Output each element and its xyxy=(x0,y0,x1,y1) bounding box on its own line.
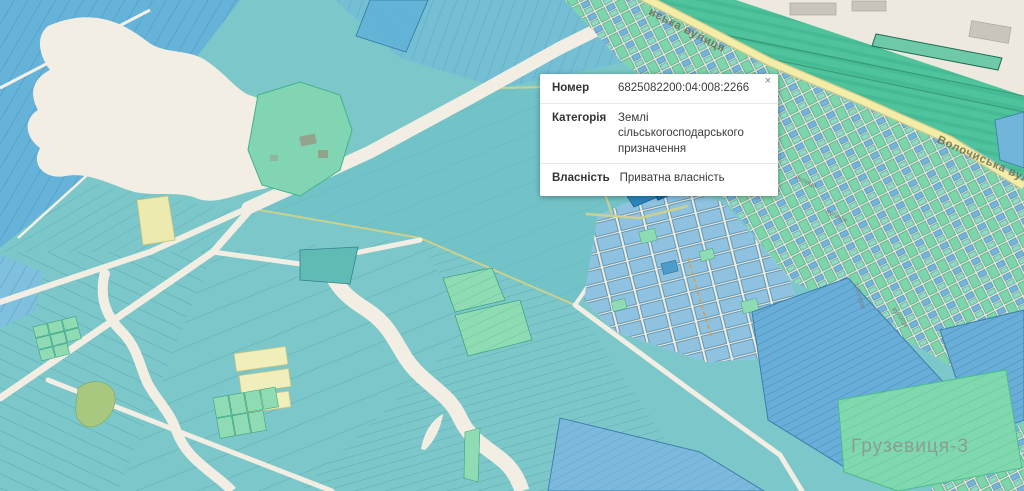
building xyxy=(270,155,278,161)
building xyxy=(318,150,328,158)
popup-row-category: Категорія Землі сільськогосподарського п… xyxy=(540,104,778,165)
popup-label: Категорія xyxy=(552,111,608,158)
parcel-number-value: 6825082200:04:008:2266 xyxy=(618,81,766,97)
map-graphics xyxy=(0,0,1024,491)
close-icon[interactable]: × xyxy=(765,76,771,87)
map-canvas[interactable]: иська вулиця Волочиська вулиця вулиця ву… xyxy=(0,0,1024,491)
popup-label: Власність xyxy=(552,171,610,187)
dark-teal-parcel xyxy=(300,247,358,284)
popup-row-number: Номер 6825082200:04:008:2266 xyxy=(540,74,778,104)
popup-row-ownership: Власність Приватна власність xyxy=(540,164,778,196)
popup-label: Номер xyxy=(552,81,608,97)
parcel-ownership-value: Приватна власність xyxy=(620,171,766,187)
parcel-info-popup: × Номер 6825082200:04:008:2266 Категорія… xyxy=(540,74,778,196)
parcel-category-value: Землі сільськогосподарського призначення xyxy=(618,111,766,158)
